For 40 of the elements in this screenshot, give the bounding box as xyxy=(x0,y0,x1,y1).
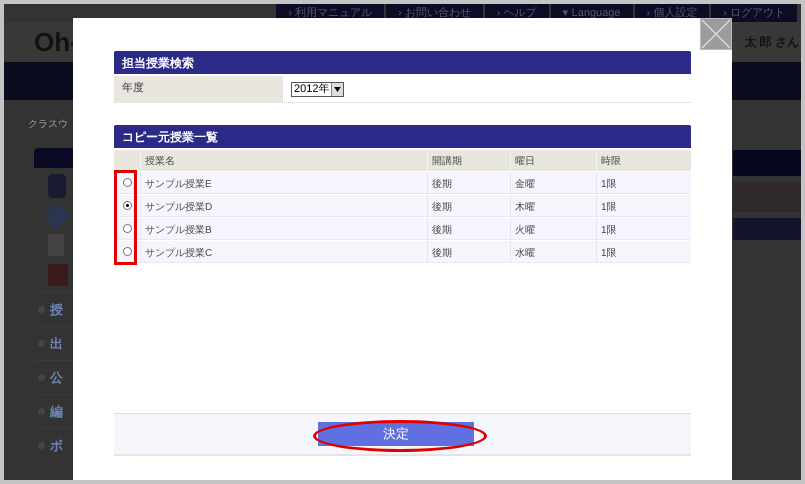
column-header: 曜日 xyxy=(510,150,596,171)
breadcrumb: クラスウ xyxy=(28,118,68,132)
sidebar-item[interactable]: ボ xyxy=(50,436,63,456)
table-cell: 後期 xyxy=(427,241,510,262)
table-cell: サンプル授業E xyxy=(140,172,427,193)
sidebar-item[interactable]: 出 xyxy=(50,334,63,354)
radio-button[interactable] xyxy=(122,201,132,210)
table-cell: サンプル授業D xyxy=(140,195,427,216)
panel-stripe xyxy=(733,218,801,240)
table-cell: 木曜 xyxy=(510,195,596,216)
year-select[interactable]: 2012年 xyxy=(291,82,344,96)
table-cell: 後期 xyxy=(427,172,510,193)
radio-button[interactable] xyxy=(122,224,132,233)
column-header: 開講期 xyxy=(427,150,510,171)
column-header: 時限 xyxy=(596,150,684,171)
table-cell: 1限 xyxy=(596,218,684,239)
table-cell: 水曜 xyxy=(510,241,596,262)
table-cell: 1限 xyxy=(596,172,684,193)
table-cell: 火曜 xyxy=(510,218,596,239)
sidebar-item[interactable]: 編 xyxy=(50,402,63,422)
sidebar-item[interactable]: 公 xyxy=(50,368,63,388)
section-header: 担当授業検索 xyxy=(114,51,691,74)
table-cell: 後期 xyxy=(427,195,510,216)
panel-stripe xyxy=(733,150,801,176)
radio-button[interactable] xyxy=(122,178,132,187)
submit-button[interactable]: 決定 xyxy=(318,422,474,446)
table-cell: 1限 xyxy=(596,195,684,216)
section-header: コピー元授業一覧 xyxy=(114,125,691,148)
field-label: 年度 xyxy=(114,76,283,102)
table-cell: 1限 xyxy=(596,241,684,262)
column-header: 授業名 xyxy=(140,150,427,171)
radio-button[interactable] xyxy=(122,247,132,256)
panel-stripe xyxy=(733,182,801,212)
header-link[interactable]: › ログアウト xyxy=(711,4,797,22)
table-cell: サンプル授業B xyxy=(140,218,427,239)
table-cell: 金曜 xyxy=(510,172,596,193)
table-cell: サンプル授業C xyxy=(140,241,427,262)
sidebar-item[interactable]: 授 xyxy=(50,300,63,320)
table-cell: 後期 xyxy=(427,218,510,239)
close-icon xyxy=(701,19,731,49)
